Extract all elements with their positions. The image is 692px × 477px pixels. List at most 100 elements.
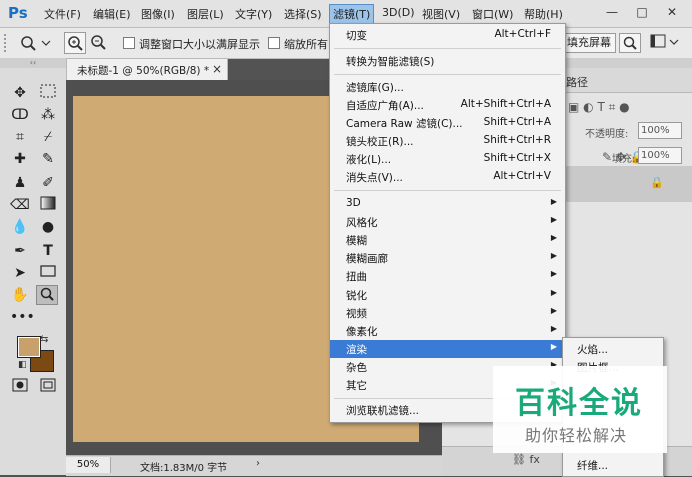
layer-filter-icons[interactable]: ▣ ◐ T ⌗ ● [568, 100, 630, 115]
fill-label: 填充: [612, 154, 636, 165]
crop-tool-icon[interactable]: ⌗ [10, 128, 30, 146]
zoom-tool-preset[interactable] [18, 33, 52, 56]
hand-tool-icon[interactable]: ✋ [10, 286, 30, 304]
zoom-out-icon[interactable] [88, 32, 108, 52]
menu-item-label: 切变 [346, 30, 367, 42]
minimize-button[interactable]: — [604, 4, 620, 20]
marquee-tool-icon[interactable] [38, 84, 58, 102]
menu-item-label: 风格化 [346, 217, 378, 229]
move-tool-icon[interactable]: ✥ [10, 84, 30, 102]
document-tab[interactable]: 未标题-1 @ 50%(RGB/8) * × [66, 58, 228, 81]
fill-field[interactable]: 100% [638, 147, 682, 164]
zoom-in-icon[interactable] [64, 32, 86, 54]
pen-tool-icon[interactable]: ✒ [10, 242, 30, 260]
menu-3d[interactable]: 3D(D) [382, 6, 415, 19]
status-arrow-icon[interactable]: › [256, 458, 260, 469]
menu-file[interactable]: 文件(F) [44, 6, 81, 22]
menu-item-distort[interactable]: 扭曲 ▶ [330, 267, 565, 285]
swap-colors-icon[interactable]: ⇆ [40, 334, 48, 345]
menu-item-adaptive-wide-angle[interactable]: 自适应广角(A)... Alt+Shift+Ctrl+A [330, 96, 565, 114]
options-grip [4, 34, 10, 52]
document-tab-title: 未标题-1 @ 50%(RGB/8) * [77, 65, 210, 77]
clone-stamp-tool-icon[interactable]: ♟ [10, 174, 30, 192]
menu-separator [334, 74, 561, 75]
submenu-arrow-icon: ▶ [550, 233, 557, 242]
menu-item-shear[interactable]: 切变 Alt+Ctrl+F [330, 26, 565, 44]
lasso-tool-icon[interactable]: ↀ [10, 106, 30, 124]
zoom-all-checkbox[interactable] [268, 37, 280, 49]
menu-filter[interactable]: 滤镜(T) [329, 4, 375, 24]
layer-footer-icons[interactable]: ⛓ fx [512, 453, 540, 466]
history-brush-tool-icon[interactable]: ✐ [38, 174, 58, 192]
menu-item-label: 滤镜库(G)... [346, 82, 404, 94]
zoom-level-field[interactable]: 50% [66, 457, 111, 473]
eyedropper-tool-icon[interactable]: ⌿ [38, 128, 58, 146]
watermark-subtitle: 助你轻松解决 [525, 426, 628, 445]
menu-item-lens-correction[interactable]: 镜头校正(R)... Shift+Ctrl+R [330, 132, 565, 150]
menu-item-label: Camera Raw 滤镜(C)... [346, 118, 463, 130]
menu-item-convert-smart-filter[interactable]: 转换为智能滤镜(S) [330, 52, 565, 70]
layer-row-background[interactable]: 🔒 [562, 166, 692, 202]
healing-brush-tool-icon[interactable]: ✚ [10, 150, 30, 168]
menu-item-shortcut: Shift+Ctrl+R [483, 134, 551, 146]
menu-layer[interactable]: 图层(L) [187, 6, 224, 22]
quick-mask-icon[interactable] [10, 378, 30, 396]
zoom-all-label: 缩放所有 [284, 38, 328, 51]
zoom-tool-icon[interactable] [36, 285, 58, 305]
menu-view[interactable]: 视图(V) [422, 6, 460, 22]
watermark: 百科全说 助你轻松解决 [493, 366, 667, 453]
menu-type[interactable]: 文字(Y) [235, 6, 272, 22]
menu-item-stylize[interactable]: 风格化 ▶ [330, 213, 565, 231]
menu-item-shortcut: Alt+Ctrl+V [493, 170, 551, 182]
foreground-color-swatch[interactable] [17, 336, 41, 358]
menu-item-liquify[interactable]: 液化(L)... Shift+Ctrl+X [330, 150, 565, 168]
status-bar: 50% 文档:1.83M/0 字节 › [66, 455, 442, 476]
paths-tab[interactable]: 路径 [566, 74, 588, 90]
submenu-item-flame[interactable]: 火焰... [577, 342, 608, 357]
menu-item-vanishing-point[interactable]: 消失点(V)... Alt+Ctrl+V [330, 168, 565, 186]
menu-separator [334, 190, 561, 191]
maximize-button[interactable]: □ [634, 4, 650, 20]
fill-screen-button[interactable]: 填充屏幕 [562, 33, 616, 53]
dodge-tool-icon[interactable]: ● [38, 218, 58, 236]
path-selection-tool-icon[interactable]: ➤ [10, 264, 30, 282]
menu-window[interactable]: 窗口(W) [472, 6, 513, 22]
submenu-item-fibers[interactable]: 纤维... [577, 458, 608, 473]
type-tool-icon[interactable]: T [38, 242, 58, 260]
blur-tool-icon[interactable]: 💧 [10, 218, 30, 236]
resize-window-checkbox[interactable] [123, 37, 135, 49]
menu-item-blur-gallery[interactable]: 模糊画廊 ▶ [330, 249, 565, 267]
magic-wand-tool-icon[interactable]: ⁂ [38, 106, 58, 124]
menu-image[interactable]: 图像(I) [141, 6, 175, 22]
opacity-field[interactable]: 100% [638, 122, 682, 139]
menu-edit[interactable]: 编辑(E) [93, 6, 131, 22]
workspace-icon[interactable] [650, 34, 680, 53]
brush-tool-icon[interactable]: ✎ [38, 150, 58, 168]
screen-mode-icon[interactable] [38, 378, 58, 396]
menu-item-3d[interactable]: 3D ▶ [330, 195, 565, 213]
search-icon[interactable] [619, 33, 641, 53]
menu-help[interactable]: 帮助(H) [524, 6, 563, 22]
menu-item-shortcut: Alt+Shift+Ctrl+A [460, 98, 551, 110]
more-tools-icon[interactable]: ••• [10, 308, 35, 326]
rectangle-tool-icon[interactable] [38, 264, 58, 282]
layer-lock-icon: 🔒 [650, 176, 664, 189]
opacity-label: 不透明度: [585, 129, 629, 140]
menu-item-blur[interactable]: 模糊 ▶ [330, 231, 565, 249]
gradient-tool-icon[interactable] [38, 196, 58, 214]
menu-item-filter-gallery[interactable]: 滤镜库(G)... [330, 78, 565, 96]
menu-select[interactable]: 选择(S) [284, 6, 322, 22]
default-colors-icon[interactable]: ◧ [18, 360, 27, 370]
close-button[interactable]: ✕ [664, 4, 680, 20]
menu-item-video[interactable]: 视频 ▶ [330, 304, 565, 322]
menu-item-sharpen[interactable]: 锐化 ▶ [330, 286, 565, 304]
menu-item-label: 浏览联机滤镜... [346, 405, 420, 417]
menu-item-camera-raw[interactable]: Camera Raw 滤镜(C)... Shift+Ctrl+A [330, 114, 565, 132]
tools-panel: ‹‹ ✥ ↀ ⁂ ⌗ ⌿ ✚ ✎ ♟ ✐ ⌫ 💧 ● ✒ T ➤ ✋ ••• ⇆… [0, 58, 67, 475]
menu-item-render[interactable]: 渲染 ▶ [330, 340, 565, 358]
tools-collapse-icon[interactable]: ‹‹ [0, 58, 66, 68]
document-tab-close-icon[interactable]: × [212, 62, 222, 76]
menu-item-pixelate[interactable]: 像素化 ▶ [330, 322, 565, 340]
eraser-tool-icon[interactable]: ⌫ [10, 196, 30, 214]
menu-item-label: 渲染 [346, 344, 367, 356]
